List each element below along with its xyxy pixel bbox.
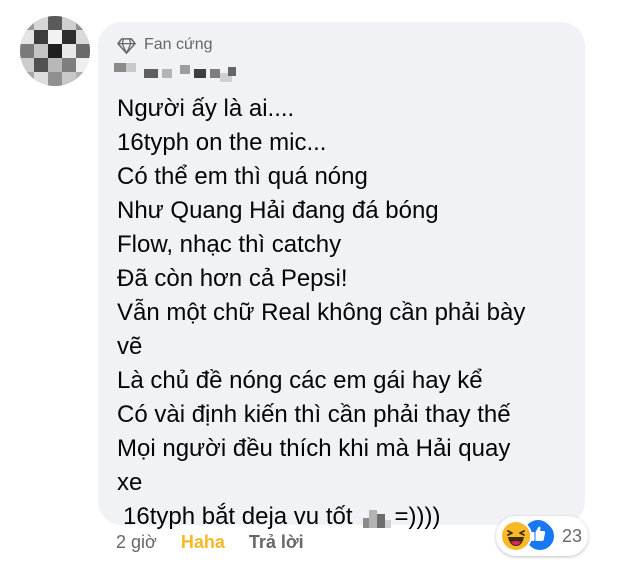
reaction-count: 23	[562, 525, 583, 546]
comment-line: =))))	[394, 503, 441, 530]
reply-button[interactable]: Trả lời	[249, 532, 304, 553]
comment-line: Đã còn hơn cả Pepsi!	[117, 265, 348, 292]
comment-line: 16typh bắt deja vu tốt	[123, 503, 353, 530]
timestamp[interactable]: 2 giờ	[116, 532, 157, 553]
haha-reaction-button[interactable]: Haha	[181, 532, 225, 553]
comment-line: 16typh on the mic...	[117, 129, 327, 156]
comment-text: Người ấy là ai.... 16typh on the mic... …	[117, 92, 577, 534]
comment-line: xe	[117, 469, 143, 496]
comment-line: Mọi người đều thích khi mà Hải quay	[117, 435, 511, 462]
comment-line: vẽ	[117, 333, 143, 360]
censored-word	[362, 506, 391, 528]
comment-line: Người ấy là ai....	[117, 95, 295, 122]
avatar[interactable]	[20, 16, 90, 86]
comment-actions: 2 giờ Haha Trả lời	[116, 532, 304, 553]
reaction-summary[interactable]: 23	[496, 516, 588, 556]
diamond-icon	[117, 37, 136, 54]
fan-badge: Fan cứng	[117, 34, 213, 56]
comment-line: Như Quang Hải đang đá bóng	[117, 197, 439, 224]
comment-line: Vẫn một chữ Real không cần phải bày	[117, 299, 526, 326]
fan-badge-label: Fan cứng	[144, 36, 213, 53]
comment-line: Flow, nhạc thì catchy	[117, 231, 342, 258]
author-name[interactable]	[114, 63, 244, 85]
haha-icon	[500, 520, 532, 552]
comment-line: Có thể em thì quá nóng	[117, 163, 368, 190]
comment-line: Là chủ đề nóng các em gái hay kể	[117, 367, 483, 394]
comment-line: Có vài định kiến thì cần phải thay thế	[117, 401, 511, 428]
